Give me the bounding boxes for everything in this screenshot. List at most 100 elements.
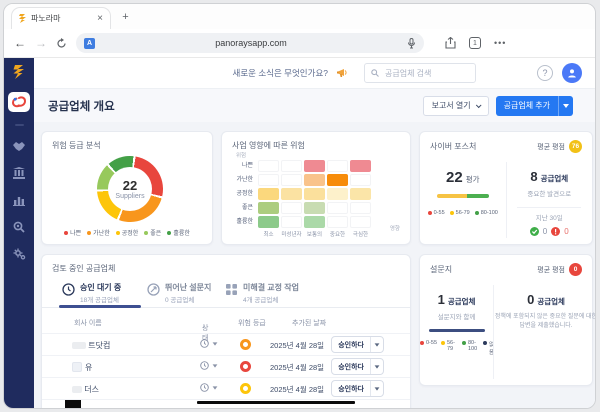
- reload-icon[interactable]: [56, 38, 67, 49]
- sidebar-item-suppliers[interactable]: [8, 92, 30, 112]
- status-cell[interactable]: [200, 383, 218, 392]
- tab-title: 승인 대기 중: [80, 283, 121, 293]
- translate-icon[interactable]: A: [84, 38, 95, 49]
- new-tab-button[interactable]: +: [118, 9, 133, 24]
- tab-pending-approval[interactable]: 승인 대기 중18개 공급업체: [62, 283, 121, 304]
- findings-subtitle: 중요한 발견으로: [527, 188, 571, 198]
- legend-dot: [450, 211, 454, 215]
- legend-label: 공정한: [122, 228, 139, 237]
- legend-item[interactable]: 공정한: [116, 228, 139, 237]
- sidebar-item-findings[interactable]: [13, 221, 25, 233]
- legend-label: 80-100: [481, 210, 498, 216]
- heatmap-cell: [327, 202, 348, 214]
- posture-legend: 0-55 56-79 80-100: [428, 210, 498, 216]
- user-avatar[interactable]: [562, 63, 582, 83]
- help-button[interactable]: ?: [537, 65, 553, 81]
- supplier-count-label: Suppliers: [115, 193, 144, 200]
- sidebar-item-handshake[interactable]: [12, 141, 26, 152]
- questionnaire-supplier-label: 공급업체: [448, 296, 476, 307]
- status-cell[interactable]: [200, 339, 218, 348]
- forward-icon[interactable]: →: [35, 37, 47, 49]
- chevron-down-icon: [475, 102, 481, 108]
- tab-open-remediation[interactable]: 미해결 교정 작업4개 공급업체: [225, 283, 299, 304]
- browser-tab[interactable]: 파노라마 ×: [11, 7, 111, 29]
- clock-icon: [200, 361, 209, 370]
- legend-item[interactable]: 훌륭한: [167, 228, 190, 237]
- legend-item: 56-79: [441, 340, 458, 352]
- tab-close-icon[interactable]: ×: [97, 14, 103, 24]
- add-supplier-caret[interactable]: [558, 96, 573, 116]
- caret-down-icon: [213, 386, 218, 389]
- legend-label: 56-79: [456, 210, 470, 216]
- approve-caret[interactable]: [370, 337, 383, 352]
- browser-actions: 1 •••: [445, 37, 506, 49]
- legend-item[interactable]: 좋은: [144, 228, 161, 237]
- company-logo: [72, 362, 82, 372]
- table-row[interactable]: 트닷컴 2025년 4월 28일 승인하다: [42, 333, 410, 355]
- add-supplier-button[interactable]: 공급업체 추가: [496, 96, 573, 116]
- handshake-icon: [12, 141, 26, 152]
- panorays-logo-icon: [13, 65, 25, 79]
- table-row[interactable]: 더스 2025년 4월 28일 승인하다: [42, 377, 410, 399]
- risk-badge: [240, 383, 251, 394]
- critical-supplier-label: 공급업체: [537, 296, 565, 307]
- tab-outstanding-questionnaires[interactable]: 뛰어난 설문지0 공급업체: [147, 283, 211, 304]
- questionnaire-icon: [147, 283, 160, 296]
- heatmap-cell: [350, 174, 371, 186]
- microphone-icon[interactable]: [407, 38, 416, 49]
- approve-button[interactable]: 승인하다: [331, 358, 384, 375]
- tab-count-button[interactable]: 1: [469, 37, 481, 49]
- review-panel-title: 검토 중인 공급업체: [42, 263, 410, 274]
- sidebar-item-organization[interactable]: [13, 167, 25, 179]
- approve-caret[interactable]: [370, 381, 383, 396]
- sidebar-item-settings[interactable]: [13, 248, 26, 260]
- approve-button[interactable]: 승인하다: [331, 380, 384, 397]
- posture-body: 22 평가 0-55 56-79 80-100: [420, 162, 592, 238]
- legend-item[interactable]: 나쁜: [64, 228, 81, 237]
- redacted-logo: [65, 400, 81, 408]
- legend-item: 56-79: [450, 210, 470, 216]
- browser-toolbar: ← → A panoraysapp.com 1 •••: [4, 29, 595, 58]
- heatmap-cell: [304, 188, 325, 200]
- heatmap-row-label: 공정한: [228, 188, 256, 200]
- back-icon[interactable]: ←: [14, 37, 26, 49]
- caret-down-icon: [375, 387, 380, 390]
- questionnaire-body: 1 공급업체 설문지와 함께 0-55 56-79 80-100 없음: [420, 285, 592, 379]
- heatmap-cell: [304, 174, 325, 186]
- browser-tab-strip: 파노라마 × +: [4, 4, 595, 29]
- heatmap-cell: [350, 160, 371, 172]
- add-supplier-label: 공급업체 추가: [496, 100, 558, 111]
- whats-new-link[interactable]: 새로운 소식은 무엇인가요?: [233, 67, 328, 79]
- approve-caret[interactable]: [370, 359, 383, 374]
- last-30-days-label: 지난 30일: [536, 212, 563, 222]
- supplier-search-box[interactable]: [364, 63, 476, 83]
- approve-label: 승인하다: [332, 340, 370, 350]
- sidebar-item-analytics[interactable]: [13, 194, 25, 206]
- legend-item[interactable]: 가난한: [87, 228, 110, 237]
- risk-donut-center: 22 Suppliers: [108, 167, 152, 211]
- legend-item: 80-100: [475, 210, 498, 216]
- posture-bar-segment: [467, 194, 488, 198]
- approve-label: 승인하다: [332, 384, 370, 394]
- caret-down-icon: [213, 364, 218, 367]
- search-icon: [371, 69, 379, 77]
- table-row[interactable]: 유 2025년 4월 28일 승인하다: [42, 355, 410, 377]
- tab-title: 파노라마: [31, 13, 93, 24]
- search-input[interactable]: [383, 68, 463, 79]
- critical-description: 정책에 포함되지 않은 중요한 질문에 대한 답변을 제출했습니다.: [494, 313, 595, 332]
- page-title: 공급업체 개요: [48, 98, 416, 114]
- legend-dot: [483, 341, 487, 345]
- heatmap-col-label: 최소: [258, 230, 279, 242]
- address-bar[interactable]: A panoraysapp.com: [76, 33, 424, 53]
- supplier-count: 22: [123, 179, 137, 192]
- open-report-button[interactable]: 보고서 열기: [423, 96, 489, 116]
- approve-button[interactable]: 승인하다: [331, 336, 384, 353]
- status-cell[interactable]: [200, 361, 218, 370]
- heatmap-cell: [327, 216, 348, 228]
- share-icon[interactable]: [445, 37, 456, 49]
- browser-menu-icon[interactable]: •••: [494, 38, 506, 48]
- approve-label: 승인하다: [332, 362, 370, 372]
- tab-subtitle: 0 공급업체: [165, 294, 211, 304]
- critical-supplier-count: 0: [527, 293, 534, 306]
- company-name: 유: [72, 362, 92, 373]
